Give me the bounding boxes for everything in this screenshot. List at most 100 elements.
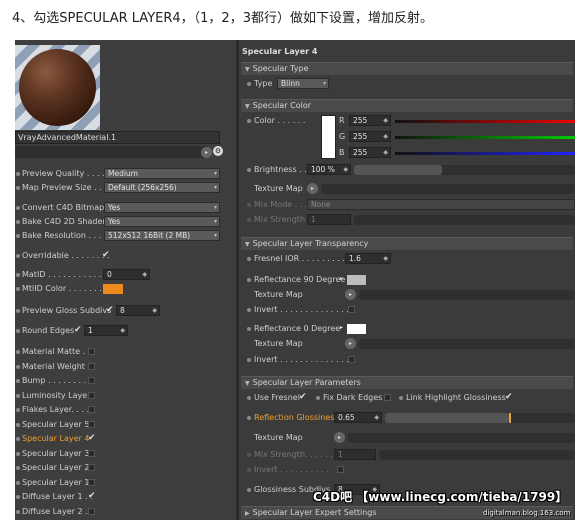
setting-select[interactable]: Yes ▾ <box>104 216 220 227</box>
b-slider[interactable] <box>395 152 575 155</box>
layer-item[interactable]: Material Weight <box>15 360 236 374</box>
layer-checkbox[interactable] <box>88 348 95 355</box>
material-name-bar[interactable] <box>15 146 208 158</box>
layer-checkbox[interactable] <box>88 478 95 486</box>
texture-map-slot[interactable] <box>348 433 575 443</box>
layer-checkbox[interactable] <box>88 377 95 384</box>
refl0-color-swatch[interactable] <box>347 324 366 334</box>
slider-knob[interactable] <box>508 413 511 423</box>
check-icon[interactable]: ✔ <box>102 248 110 262</box>
type-select[interactable]: Blinn ▾ <box>277 78 329 89</box>
dot-icon <box>247 218 251 222</box>
layer-checkbox[interactable]: ✔ <box>88 489 96 503</box>
arrow-icon[interactable]: ▸ <box>345 289 356 300</box>
mtlid-color-swatch[interactable] <box>103 284 123 294</box>
brightness-slider[interactable] <box>354 165 575 175</box>
mix-strength-slider[interactable] <box>354 215 575 225</box>
link-highlight-checkbox[interactable]: ✔ <box>505 390 513 404</box>
transparency-header[interactable]: ▼ Specular Layer Transparency <box>241 237 573 250</box>
layer-checkbox[interactable]: ✔ <box>88 431 96 445</box>
brightness-input[interactable]: 100 % ◆ <box>307 164 351 175</box>
arrow-icon[interactable]: ▸ <box>345 338 356 349</box>
r-label: R <box>339 116 345 125</box>
setting-row: Map Preview Size . . Default (256x256) ▾ <box>15 181 236 195</box>
invert-checkbox[interactable] <box>337 466 344 473</box>
r-input[interactable]: 255 ◆ <box>349 115 391 126</box>
invert-row: Invert . . . . . . . . . . . . . . <box>239 303 575 317</box>
r-slider[interactable] <box>395 120 575 123</box>
matid-input[interactable]: 0 ◆ <box>103 269 150 280</box>
layer-item[interactable]: Material Matte . . . <box>15 345 236 359</box>
mix-strength-slider[interactable] <box>379 450 575 460</box>
round-edges-input[interactable]: 1 ◆ <box>84 325 128 336</box>
layer-item[interactable]: Specular Layer 2 <box>15 461 236 475</box>
texture-map-slot[interactable] <box>359 290 575 300</box>
refl-gloss-row: Reflection Glossiness 0.65 ◆ <box>239 411 575 425</box>
mix-strength-input[interactable]: 1 <box>334 449 376 460</box>
refl-gloss-input[interactable]: 0.65 ◆ <box>334 412 382 423</box>
expand-arrow-icon[interactable]: ▸ <box>340 321 343 335</box>
layer-item[interactable]: Bump . . . . . . . . . <box>15 374 236 388</box>
mix-strength-input[interactable]: 1 <box>307 214 351 225</box>
layer-checkbox[interactable] <box>88 391 95 399</box>
dot-icon <box>247 453 251 457</box>
layer-checkbox[interactable] <box>88 464 95 471</box>
pick-icon[interactable]: ⚙ <box>213 146 223 156</box>
mix-mode-label: Mix Mode . . . <box>254 200 308 209</box>
use-fresnel-checkbox[interactable]: ✔ <box>299 390 307 404</box>
color-swatch[interactable] <box>321 115 336 159</box>
mix-mode-select[interactable]: None <box>307 199 575 210</box>
texture-map-slot[interactable] <box>321 184 575 194</box>
texture-map-slot[interactable] <box>359 339 575 349</box>
layer-checkbox[interactable] <box>88 362 95 370</box>
layer-label: Material Weight <box>22 361 85 371</box>
expand-arrow-icon[interactable]: ▸ <box>340 272 343 286</box>
brightness-label: Brightness . . <box>254 165 307 174</box>
layer-item[interactable]: Specular Layer 5 <box>15 418 236 432</box>
layer-checkbox[interactable] <box>88 507 95 515</box>
material-name-field[interactable]: VrayAdvancedMaterial.1 <box>15 131 220 144</box>
setting-select[interactable]: Medium ▾ <box>104 168 220 179</box>
layer-item[interactable]: Specular Layer 4 ✔ <box>15 432 236 446</box>
collapse-triangle-icon: ▼ <box>245 103 250 110</box>
invert-checkbox[interactable] <box>348 306 355 313</box>
refl90-color-swatch[interactable] <box>347 275 366 285</box>
material-preview[interactable] <box>15 45 100 130</box>
fresnel-ior-input[interactable]: 1.6 ◆ <box>345 253 391 264</box>
fix-dark-edges-checkbox[interactable] <box>384 394 391 401</box>
preview-gloss-input[interactable]: 8 ◆ <box>116 305 160 316</box>
arrow-icon[interactable]: ▸ <box>201 147 212 158</box>
link-highlight-label: Link Highlight Glossiness <box>406 393 506 402</box>
g-input[interactable]: 255 ◆ <box>349 131 391 142</box>
setting-select[interactable]: 512x512 16Bit (2 MB) ▾ <box>104 230 220 241</box>
setting-select[interactable]: Default (256x256) ▾ <box>104 182 220 193</box>
parameters-header[interactable]: ▼ Specular Layer Parameters <box>241 376 573 389</box>
refl-gloss-slider[interactable] <box>385 413 575 423</box>
layer-checkbox[interactable] <box>88 449 95 457</box>
layer-label: Specular Layer 4 <box>22 434 90 443</box>
arrow-icon[interactable]: ▸ <box>334 432 345 443</box>
layer-item[interactable]: Luminosity Layer <box>15 389 236 403</box>
arrow-icon[interactable]: ▸ <box>307 183 318 194</box>
check-icon[interactable]: ✔ <box>74 323 82 337</box>
layer-item[interactable]: Flakes Layer. . . . . <box>15 403 236 417</box>
dot-icon <box>247 82 251 86</box>
check-icon[interactable]: ✔ <box>106 303 114 317</box>
setting-select[interactable]: Yes ▾ <box>104 202 220 213</box>
layer-item[interactable]: Diffuse Layer 1 . . ✔ <box>15 490 236 504</box>
g-slider[interactable] <box>395 136 575 139</box>
overridable-row[interactable]: Overridable . . . . . . . . ✔ <box>15 249 236 263</box>
b-input[interactable]: 255 ◆ <box>349 147 391 158</box>
dot-icon <box>247 278 251 282</box>
layer-item[interactable]: Specular Layer 3 <box>15 447 236 461</box>
specular-color-header[interactable]: ▼ Specular Color <box>241 99 573 112</box>
invert-checkbox[interactable] <box>348 356 355 363</box>
layer-checkbox[interactable] <box>88 420 95 428</box>
specular-type-header[interactable]: ▼ Specular Type <box>241 62 573 75</box>
layer-item[interactable]: Specular Layer 1 <box>15 476 236 490</box>
layer-checkbox[interactable] <box>88 406 95 413</box>
layer-label: Bump . . . . . . . . . <box>22 376 92 385</box>
layer-item[interactable]: Diffuse Layer 2 . . <box>15 505 236 519</box>
invert-label: Invert . . . . . . . . . . . . . . <box>254 305 349 314</box>
dot-icon <box>16 172 20 176</box>
